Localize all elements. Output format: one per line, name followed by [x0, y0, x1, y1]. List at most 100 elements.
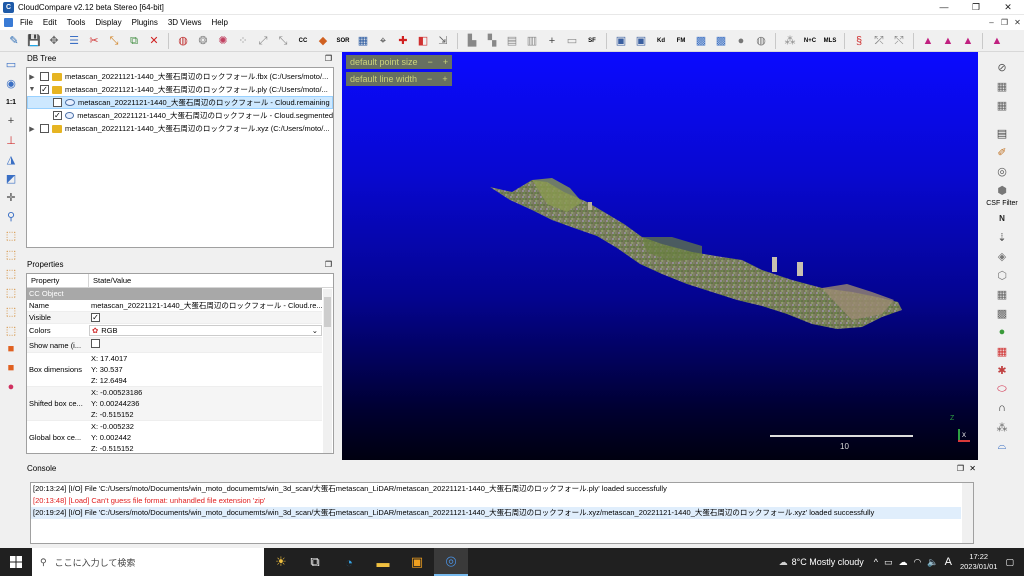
fast-marching-icon[interactable]: FM: [672, 32, 690, 50]
mdi-close-icon[interactable]: ✕: [1011, 15, 1024, 30]
clean-icon[interactable]: ❂: [194, 32, 212, 50]
csf-filter-label[interactable]: CSF Filter: [980, 199, 1024, 208]
back-view-icon[interactable]: ⬚: [2, 283, 20, 301]
cloudcompare-taskbar-icon[interactable]: ◎: [434, 548, 468, 576]
weather-text[interactable]: 8°C Mostly cloudy: [792, 557, 864, 567]
delete-icon[interactable]: ✕: [145, 32, 163, 50]
float-panel-icon[interactable]: ❐: [325, 258, 332, 271]
plugin-icon-2[interactable]: ▩: [712, 32, 730, 50]
crosshair-icon[interactable]: +: [2, 112, 20, 130]
tree-item[interactable]: ✓ metascan_20221121-1440_大蛋石周辺のロックフォール -…: [27, 109, 333, 122]
classify-icon-3[interactable]: ▲: [959, 32, 977, 50]
nodes-icon[interactable]: ⁂: [980, 418, 1024, 436]
kd-tree-icon[interactable]: Kd: [652, 32, 670, 50]
edge-icon[interactable]: ◔: [332, 548, 366, 576]
menu-display[interactable]: Display: [90, 15, 126, 30]
checkerboard-icon[interactable]: ▦: [354, 32, 372, 50]
sample-points-icon[interactable]: ◍: [174, 32, 192, 50]
matrix-icon[interactable]: ▩: [980, 304, 1024, 322]
float-panel-icon[interactable]: ❐: [957, 462, 964, 475]
cut-icon[interactable]: ◧: [414, 32, 432, 50]
volume-icon[interactable]: 🔈: [927, 557, 938, 568]
tree-item[interactable]: ▼ ✓ metascan_20221121-1440_大蛋石周辺のロックフォール…: [27, 83, 333, 96]
label-icon[interactable]: ⇲: [434, 32, 452, 50]
star-icon[interactable]: ✱: [980, 361, 1024, 379]
list-icon[interactable]: ☰: [65, 32, 83, 50]
file-explorer-icon[interactable]: ▬: [366, 548, 400, 576]
pivot-icon[interactable]: ⊥: [2, 131, 20, 149]
maximize-button[interactable]: ❐: [960, 0, 992, 15]
align-icon[interactable]: ⤡: [274, 32, 292, 50]
visibility-checkbox[interactable]: ✓: [40, 85, 49, 94]
weather-widget-icon[interactable]: ☀: [264, 548, 298, 576]
network-icon[interactable]: ▭: [884, 557, 893, 568]
properties-scrollbar[interactable]: [323, 289, 332, 453]
no-entry-icon[interactable]: ⊘: [980, 58, 1024, 76]
collapse-icon[interactable]: ▼: [27, 86, 37, 93]
colors-dropdown[interactable]: ✿ RGB ⌄: [89, 325, 322, 336]
canupo-classify-icon[interactable]: ▣: [632, 32, 650, 50]
menu-file[interactable]: File: [15, 15, 38, 30]
grid-icon-1[interactable]: ▦: [980, 77, 1024, 95]
bottom-view-icon[interactable]: ⬚: [2, 321, 20, 339]
cursor-icon[interactable]: ⌖: [374, 32, 392, 50]
save-icon[interactable]: 💾: [25, 32, 43, 50]
console-scrollbar[interactable]: [962, 483, 973, 543]
register-icon[interactable]: ⤢: [254, 32, 272, 50]
normals-curvature-icon[interactable]: N+C: [801, 32, 819, 50]
cube-view-icon[interactable]: ◩: [2, 169, 20, 187]
color-grid-icon[interactable]: ▦: [980, 342, 1024, 360]
shield-icon[interactable]: ⬢: [980, 181, 1024, 199]
histogram-icon[interactable]: ▙: [463, 32, 481, 50]
pick-point-icon[interactable]: ✚: [394, 32, 412, 50]
sf-gradient-icon[interactable]: ▤: [503, 32, 521, 50]
tree-item[interactable]: ▶ metascan_20221121-1440_大蛋石周辺のロックフォール.x…: [27, 122, 333, 135]
menu-help[interactable]: Help: [207, 15, 233, 30]
windows-start-button[interactable]: [0, 548, 32, 576]
visible-checkbox[interactable]: ✓: [91, 313, 100, 322]
globe-icon[interactable]: ◍: [752, 32, 770, 50]
north-icon[interactable]: N: [980, 209, 1024, 227]
top-view-icon[interactable]: ⬚: [2, 226, 20, 244]
hidden-point-removal-icon[interactable]: ⁂: [781, 32, 799, 50]
hexagon-icon[interactable]: ⬡: [980, 266, 1024, 284]
float-panel-icon[interactable]: ❐: [325, 52, 332, 65]
menu-3d-views[interactable]: 3D Views: [163, 15, 207, 30]
chevron-up-icon[interactable]: ^: [874, 557, 878, 567]
m3c2-icon[interactable]: ◈: [980, 247, 1024, 265]
right-view-icon[interactable]: ⬚: [2, 302, 20, 320]
cloud-icon[interactable]: ☁: [899, 557, 908, 568]
remove-sf-icon[interactable]: ▭: [563, 32, 581, 50]
menu-plugins[interactable]: Plugins: [127, 15, 163, 30]
mdi-restore-icon[interactable]: ❐: [998, 15, 1011, 30]
stereo-icon[interactable]: ●: [2, 378, 20, 396]
magnet-icon[interactable]: ∩: [980, 399, 1024, 417]
noise-filter-icon[interactable]: ✺: [214, 32, 232, 50]
menu-tools[interactable]: Tools: [62, 15, 91, 30]
sf-arithmetic-icon[interactable]: SF: [583, 32, 601, 50]
mls-icon[interactable]: MLS: [821, 32, 839, 50]
add-sf-icon[interactable]: +: [543, 32, 561, 50]
clock[interactable]: 17:22 2023/01/01: [960, 552, 998, 572]
3d-view[interactable]: default point size − + default line widt…: [342, 52, 978, 460]
wifi-icon[interactable]: ◠: [914, 557, 922, 568]
open-icon[interactable]: ✎: [5, 32, 23, 50]
grid-icon-3[interactable]: ▦: [980, 285, 1024, 303]
notification-icon[interactable]: ▢: [1005, 557, 1014, 568]
task-view-icon[interactable]: ⧉: [298, 548, 332, 576]
brush-icon[interactable]: ✐: [980, 143, 1024, 161]
ime-indicator[interactable]: A: [945, 556, 952, 568]
pcv-icon[interactable]: ⤱: [870, 32, 888, 50]
pin-icon[interactable]: ⇣: [980, 228, 1024, 246]
visibility-checkbox[interactable]: [40, 124, 49, 133]
sphere-icon[interactable]: ●: [732, 32, 750, 50]
tree-item-selected[interactable]: metascan_20221121-1440_大蛋石周辺のロックフォール - C…: [27, 96, 333, 109]
expand-icon[interactable]: ▶: [27, 73, 37, 81]
translate-rotate-icon[interactable]: ⤡: [105, 32, 123, 50]
sor-icon[interactable]: SOR: [334, 32, 352, 50]
subsample-icon[interactable]: ⁘: [234, 32, 252, 50]
classify-icon-2[interactable]: ▲: [939, 32, 957, 50]
merge-icon[interactable]: ⧉: [125, 32, 143, 50]
green-dot-icon[interactable]: ●: [980, 323, 1024, 341]
grid-icon-2[interactable]: ▦: [980, 96, 1024, 114]
